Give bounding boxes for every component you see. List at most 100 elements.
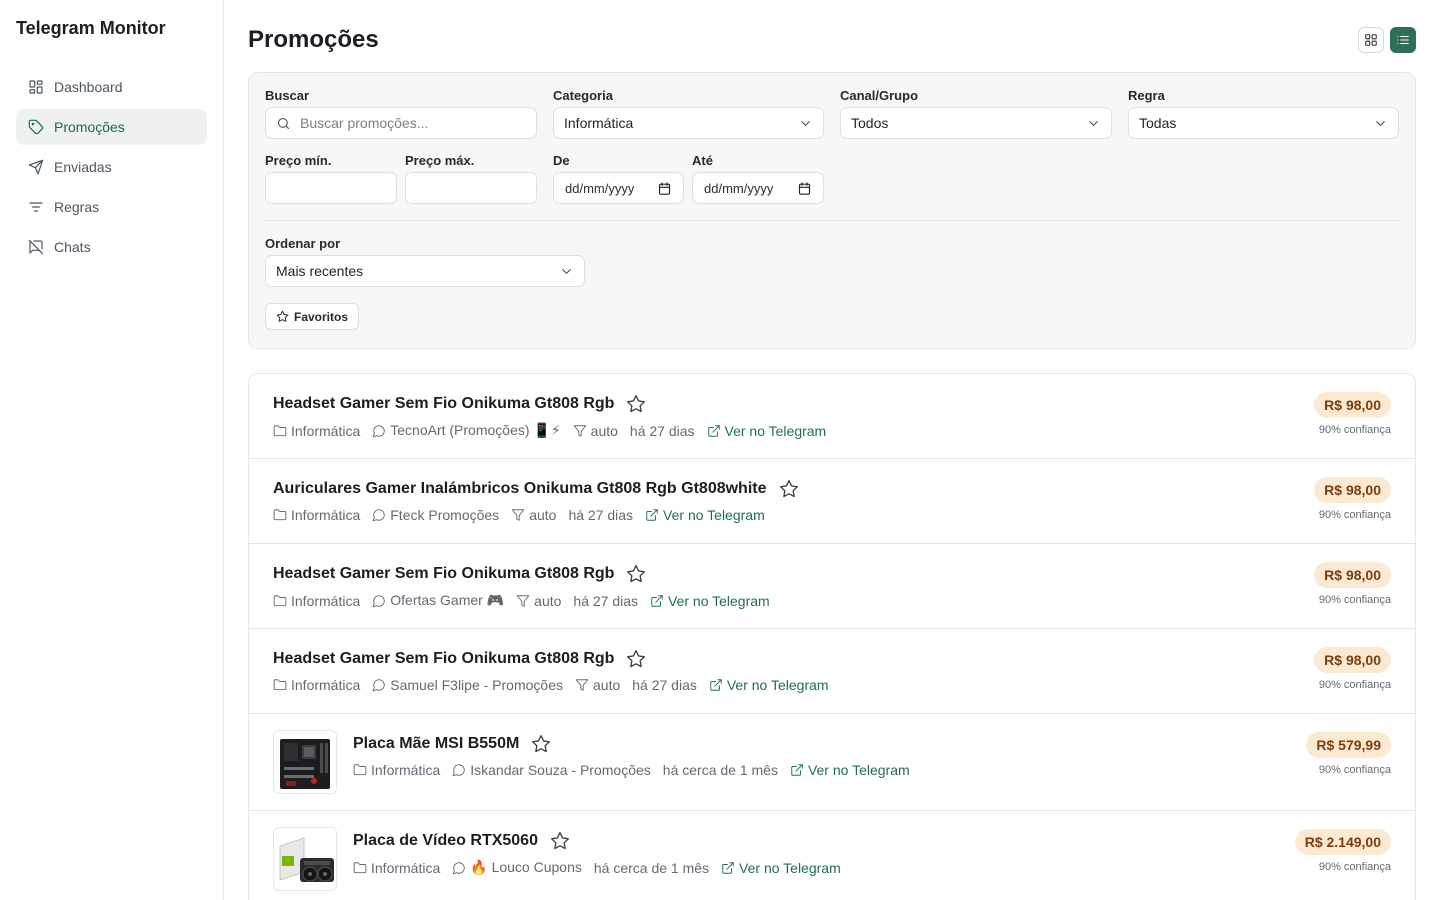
promotion-title: Placa de Vídeo RTX5060 — [353, 832, 538, 849]
rule-text: auto — [590, 422, 618, 439]
promotion-row[interactable]: Placa Mãe MSI B550M Informática Iskandar… — [249, 714, 1415, 811]
favorite-star-icon[interactable] — [626, 564, 646, 584]
chevron-down-icon — [801, 120, 810, 126]
favorite-star-icon[interactable] — [626, 394, 646, 414]
category-field: Categoria Informática — [553, 88, 824, 139]
calendar-icon — [798, 181, 811, 195]
list-view-button[interactable] — [1390, 27, 1416, 53]
calendar-icon — [658, 181, 671, 195]
promotion-price-block: R$ 98,00 90% confiança — [1314, 477, 1391, 521]
telegram-link[interactable]: Ver no Telegram — [650, 593, 770, 609]
telegram-link-label: Ver no Telegram — [739, 859, 841, 876]
favorite-star-icon[interactable] — [550, 831, 570, 851]
search-field: Buscar Buscar promoções... — [265, 88, 537, 139]
channel-text: Ofertas Gamer 🎮 — [390, 592, 505, 608]
telegram-link[interactable]: Ver no Telegram — [790, 762, 910, 778]
channel-meta: Iskandar Souza - Promoções — [452, 762, 651, 778]
promotion-title-row: Headset Gamer Sem Fio Onikuma Gt808 Rgb — [273, 562, 770, 586]
confidence-text: 90% confiança — [1318, 424, 1391, 436]
message-off-icon — [28, 239, 44, 255]
funnel-icon — [575, 679, 589, 691]
channel-text: Samuel F3lipe - Promoções — [390, 677, 563, 693]
channel-label: Canal/Grupo — [840, 88, 919, 103]
telegram-link[interactable]: Ver no Telegram — [645, 507, 765, 523]
time-meta: há cerca de 1 mês — [662, 762, 778, 778]
category-select[interactable]: Informática — [553, 107, 824, 139]
promotion-title: Headset Gamer Sem Fio Onikuma Gt808 Rgb — [273, 565, 615, 582]
promotion-title: Headset Gamer Sem Fio Onikuma Gt808 Rgb — [273, 395, 615, 412]
channel-meta: Fteck Promoções — [372, 507, 499, 523]
favorite-star-icon[interactable] — [779, 479, 799, 499]
promotion-row[interactable]: Headset Gamer Sem Fio Onikuma Gt808 Rgb … — [249, 544, 1415, 629]
rule-text: auto — [529, 507, 557, 523]
telegram-link[interactable]: Ver no Telegram — [721, 860, 841, 876]
search-input[interactable]: Buscar promoções... — [265, 107, 537, 139]
channel-text: Fteck Promoções — [390, 507, 500, 523]
sidebar-item-label: Promoções — [54, 119, 125, 135]
favorite-star-icon[interactable] — [531, 734, 551, 754]
sort-select[interactable]: Mais recentes — [265, 255, 585, 287]
chevron-down-icon — [1376, 120, 1385, 126]
sidebar-item-label: Chats — [54, 239, 91, 255]
sidebar-item-promocoes[interactable]: Promoções — [16, 109, 207, 145]
channel-field: Canal/Grupo Todos — [840, 88, 1112, 139]
price-max-input[interactable] — [405, 172, 537, 204]
sidebar-item-enviadas[interactable]: Enviadas — [16, 149, 207, 185]
time-meta: há 27 dias — [632, 677, 697, 693]
price-badge: R$ 98,00 — [1314, 562, 1391, 588]
chat-bubble-icon — [372, 594, 385, 607]
app-title: Telegram Monitor — [16, 18, 166, 38]
price-max-field: Preço máx. — [405, 153, 537, 204]
rule-value: Todas — [1139, 115, 1177, 131]
category-text: Informática — [291, 422, 361, 439]
sidebar-nav: Dashboard Promoções Enviadas Regras Chat… — [16, 69, 207, 265]
folder-icon — [273, 594, 287, 606]
date-from-input[interactable]: dd/mm/yyyy — [553, 172, 684, 204]
confidence-text: 90% confiança — [1318, 679, 1391, 691]
channel-select[interactable]: Todos — [840, 107, 1112, 139]
product-thumbnail — [273, 730, 337, 794]
sidebar-item-chats[interactable]: Chats — [16, 229, 207, 265]
telegram-link[interactable]: Ver no Telegram — [709, 677, 829, 693]
filter-lines-icon — [29, 202, 43, 212]
favorite-star-icon[interactable] — [626, 649, 646, 669]
category-label: Categoria — [553, 88, 613, 103]
grid-view-button[interactable] — [1358, 27, 1384, 53]
favorites-button[interactable]: Favoritos — [265, 303, 360, 330]
promotion-title: Placa Mãe MSI B550M — [353, 735, 520, 752]
promotion-row[interactable]: Headset Gamer Sem Fio Onikuma Gt808 Rgb … — [249, 374, 1415, 459]
category-meta: Informática — [273, 423, 360, 439]
funnel-icon — [516, 594, 530, 607]
time-meta: há 27 dias — [629, 422, 695, 439]
channel-meta: Ofertas Gamer 🎮 — [372, 592, 504, 609]
promotion-row[interactable]: Placa de Vídeo RTX5060 Informática 🔥 Lou… — [249, 811, 1415, 900]
promotion-meta: Informática Samuel F3lipe - Promoções au… — [273, 677, 829, 693]
price-badge: R$ 98,00 — [1314, 477, 1391, 503]
search-placeholder: Buscar promoções... — [300, 115, 429, 131]
sidebar-item-regras[interactable]: Regras — [16, 189, 207, 225]
chevron-down-icon — [1089, 120, 1098, 126]
telegram-link[interactable]: Ver no Telegram — [707, 423, 826, 439]
chat-bubble-icon — [372, 509, 385, 522]
date-to-input[interactable]: dd/mm/yyyy — [692, 172, 824, 204]
sidebar-item-dashboard[interactable]: Dashboard — [16, 69, 207, 105]
channel-text: 🔥 Louco Cupons — [470, 859, 582, 875]
category-text: Informática — [291, 592, 361, 609]
price-min-input[interactable] — [265, 172, 397, 204]
confidence-text: 90% confiança — [1318, 509, 1391, 521]
promotion-title-row: Auriculares Gamer Inalámbricos Onikuma G… — [273, 477, 799, 501]
promotion-row[interactable]: Auriculares Gamer Inalámbricos Onikuma G… — [249, 459, 1415, 544]
confidence-text: 90% confiança — [1318, 764, 1391, 776]
price-badge: R$ 579,99 — [1306, 732, 1391, 758]
promotion-meta: Informática Ofertas Gamer 🎮 auto há 27 d… — [273, 592, 770, 609]
date-from-label: De — [553, 153, 570, 168]
category-text: Informática — [291, 677, 361, 693]
date-from-field: De dd/mm/yyyy — [553, 153, 684, 204]
rule-select[interactable]: Todas — [1128, 107, 1399, 139]
list-icon — [1397, 35, 1409, 45]
sort-field: Ordenar por Mais recentes — [265, 236, 585, 287]
promotion-title-row: Headset Gamer Sem Fio Onikuma Gt808 Rgb — [273, 392, 826, 416]
promotion-row[interactable]: Headset Gamer Sem Fio Onikuma Gt808 Rgb … — [249, 629, 1415, 714]
folder-icon — [273, 679, 287, 691]
sidebar: Telegram Monitor Dashboard Promoções Env… — [0, 0, 224, 900]
